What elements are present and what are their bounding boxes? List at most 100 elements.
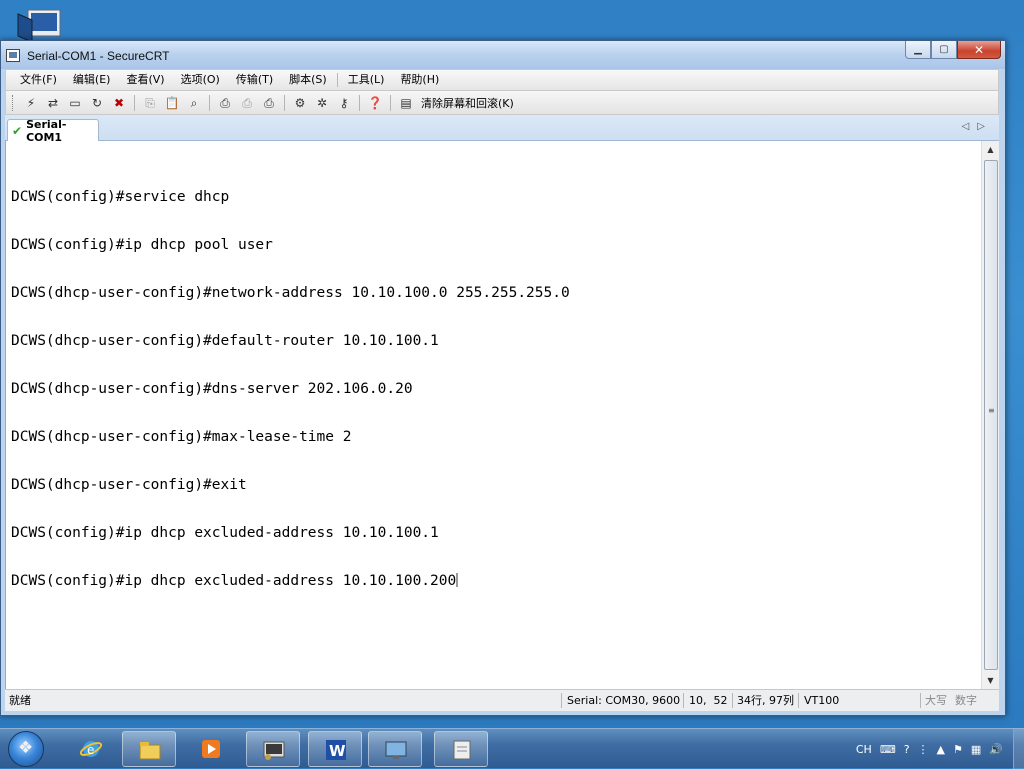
menu-edit[interactable]: 编辑(E) xyxy=(65,70,119,90)
quick-connect-icon[interactable]: ⇄ xyxy=(44,94,62,112)
connected-check-icon: ✔ xyxy=(12,123,23,138)
status-bar: 就绪 Serial: COM30, 9600 10, 52 34行, 97列 V… xyxy=(5,689,999,711)
close-button[interactable]: ✕ xyxy=(957,41,1001,59)
global-options-icon[interactable]: ✲ xyxy=(313,94,331,112)
media-player-icon xyxy=(202,740,220,758)
status-caps-lock: 大写 xyxy=(925,694,947,707)
tab-scroll-arrows[interactable]: ◁▷ xyxy=(962,121,993,132)
minimize-icon: ▁ xyxy=(914,44,922,55)
copy-icon[interactable]: ⎘ xyxy=(141,94,159,112)
connect-icon[interactable]: ⚡ xyxy=(22,94,40,112)
terminal-line: DCWS(dhcp-user-config)#dns-server 202.10… xyxy=(11,381,413,397)
terminal-line: DCWS(config)#service dhcp xyxy=(11,189,230,205)
session-tab-bar: ✔ Serial-COM1 ◁▷ xyxy=(5,115,999,144)
paste-icon[interactable]: 📋 xyxy=(163,94,181,112)
title-bar[interactable]: Serial-COM1 - SecureCRT ▁ ▢ ✕ xyxy=(1,41,1005,69)
tab-label: Serial-COM1 xyxy=(26,117,67,144)
taskbar-remote-desktop[interactable] xyxy=(368,731,422,767)
menu-view[interactable]: 查看(V) xyxy=(118,70,172,90)
menu-transfer[interactable]: 传输(T) xyxy=(228,70,281,90)
maximize-icon: ▢ xyxy=(939,44,949,55)
securecrt-icon xyxy=(263,741,285,760)
ime-settings-icon[interactable]: ⋮ xyxy=(918,743,929,756)
terminal-output: DCWS(config)#service dhcp DCWS(config)#i… xyxy=(11,157,570,621)
help-tray-icon[interactable]: ? xyxy=(904,743,910,756)
window-title: Serial-COM1 - SecureCRT xyxy=(27,49,170,63)
maximize-button[interactable]: ▢ xyxy=(931,41,957,59)
action-center-flag-icon[interactable]: ⚑ xyxy=(953,743,963,756)
status-divider xyxy=(732,693,733,708)
show-desktop-button[interactable] xyxy=(1013,729,1024,769)
scroll-up-arrow-icon[interactable]: ▲ xyxy=(982,141,999,158)
tab-scroll-right-icon[interactable]: ▷ xyxy=(977,121,993,132)
terminal-line: DCWS(dhcp-user-config)#network-address 1… xyxy=(11,285,570,301)
scrollbar-thumb[interactable]: ≡ xyxy=(984,160,998,670)
tab-scroll-left-icon[interactable]: ◁ xyxy=(962,121,978,132)
status-num-lock: 数字 xyxy=(955,694,977,707)
close-icon: ✕ xyxy=(973,42,985,57)
terminal-line: DCWS(dhcp-user-config)#exit xyxy=(11,477,247,493)
svg-text:W: W xyxy=(329,742,346,760)
toolbar-grip[interactable] xyxy=(12,94,16,111)
minimize-button[interactable]: ▁ xyxy=(905,41,931,59)
menu-tools[interactable]: 工具(L) xyxy=(340,70,393,90)
terminal-line: DCWS(config)#ip dhcp pool user xyxy=(11,237,273,253)
print-icon[interactable]: ⎙ xyxy=(216,94,234,112)
terminal-screen[interactable]: DCWS(config)#service dhcp DCWS(config)#i… xyxy=(5,141,981,689)
file-explorer-icon xyxy=(139,742,161,760)
taskbar-notepad[interactable] xyxy=(434,731,488,767)
disconnect-icon[interactable]: ✖ xyxy=(110,94,128,112)
toolbar-separator xyxy=(209,94,210,111)
toolbar: ⚡ ⇄ ▭ ↻ ✖ ⎘ 📋 ⌕ ⎙ ⎙ ⎙ ⚙ ✲ ⚷ ❓ ▤ 清除屏幕和回滚(… xyxy=(5,91,999,115)
start-button[interactable] xyxy=(8,731,44,767)
taskbar-file-explorer[interactable] xyxy=(122,731,176,767)
print-setup-icon[interactable]: ⎙ xyxy=(238,94,256,112)
taskbar-media-player[interactable] xyxy=(184,731,238,767)
status-cursor-position: 10, 52 xyxy=(689,694,728,707)
status-connection: Serial: COM30, 9600 xyxy=(567,694,681,707)
toolbar-separator xyxy=(284,94,285,111)
volume-icon[interactable]: 🔊 xyxy=(989,743,1003,756)
notepad-icon xyxy=(453,740,471,760)
remote-desktop-icon xyxy=(385,741,407,759)
terminal-line: DCWS(dhcp-user-config)#max-lease-time 2 xyxy=(11,429,352,445)
find-icon[interactable]: ⌕ xyxy=(185,94,203,112)
toolbar-separator xyxy=(390,94,391,111)
taskbar-word[interactable]: W xyxy=(308,731,362,767)
menu-script[interactable]: 脚本(S) xyxy=(281,70,335,90)
status-divider xyxy=(683,693,684,708)
keyboard-icon[interactable]: ⌨ xyxy=(880,743,896,756)
word-icon: W xyxy=(326,740,346,760)
scrollbar-grip-icon: ≡ xyxy=(988,406,995,415)
print-screen-icon[interactable]: ⎙ xyxy=(260,94,278,112)
session-options-icon[interactable]: ⚙ xyxy=(291,94,309,112)
tab-serial-com1[interactable]: ✔ Serial-COM1 xyxy=(7,117,99,144)
toolbar-separator xyxy=(134,94,135,111)
network-icon[interactable]: ▦ xyxy=(971,743,981,756)
connect-tab-icon[interactable]: ▭ xyxy=(66,94,84,112)
taskbar-securecrt[interactable] xyxy=(246,731,300,767)
terminal-line: DCWS(config)#ip dhcp excluded-address 10… xyxy=(11,525,439,541)
scroll-down-arrow-icon[interactable]: ▼ xyxy=(982,672,999,689)
terminal-cursor xyxy=(456,573,459,587)
menu-options[interactable]: 选项(O) xyxy=(173,70,228,90)
securecrt-app-icon[interactable] xyxy=(6,49,20,62)
status-screen-size: 34行, 97列 xyxy=(737,694,794,707)
help-icon[interactable]: ❓ xyxy=(366,94,384,112)
status-divider xyxy=(798,693,799,708)
menu-file[interactable]: 文件(F) xyxy=(6,70,65,90)
reconnect-icon[interactable]: ↻ xyxy=(88,94,106,112)
show-hidden-icons-icon[interactable]: ▲ xyxy=(937,743,945,756)
computer-desktop-icon[interactable] xyxy=(14,6,62,44)
taskbar: e W CH ⌨ ? ⋮ ▲ ⚑ ▦ 🔊 xyxy=(0,728,1024,769)
terminal-scrollbar[interactable]: ▲ ≡ ▼ xyxy=(981,141,999,689)
menu-separator xyxy=(336,73,338,87)
language-indicator[interactable]: CH xyxy=(856,743,872,756)
keymap-icon[interactable]: ⚷ xyxy=(335,94,353,112)
clear-screen-icon[interactable]: ▤ xyxy=(397,94,415,112)
internet-explorer-icon: e xyxy=(79,741,103,757)
taskbar-internet-explorer[interactable]: e xyxy=(64,731,118,767)
clear-screen-button[interactable]: 清除屏幕和回滚(K) xyxy=(421,95,514,111)
status-divider xyxy=(920,693,921,708)
menu-help[interactable]: 帮助(H) xyxy=(392,70,447,90)
